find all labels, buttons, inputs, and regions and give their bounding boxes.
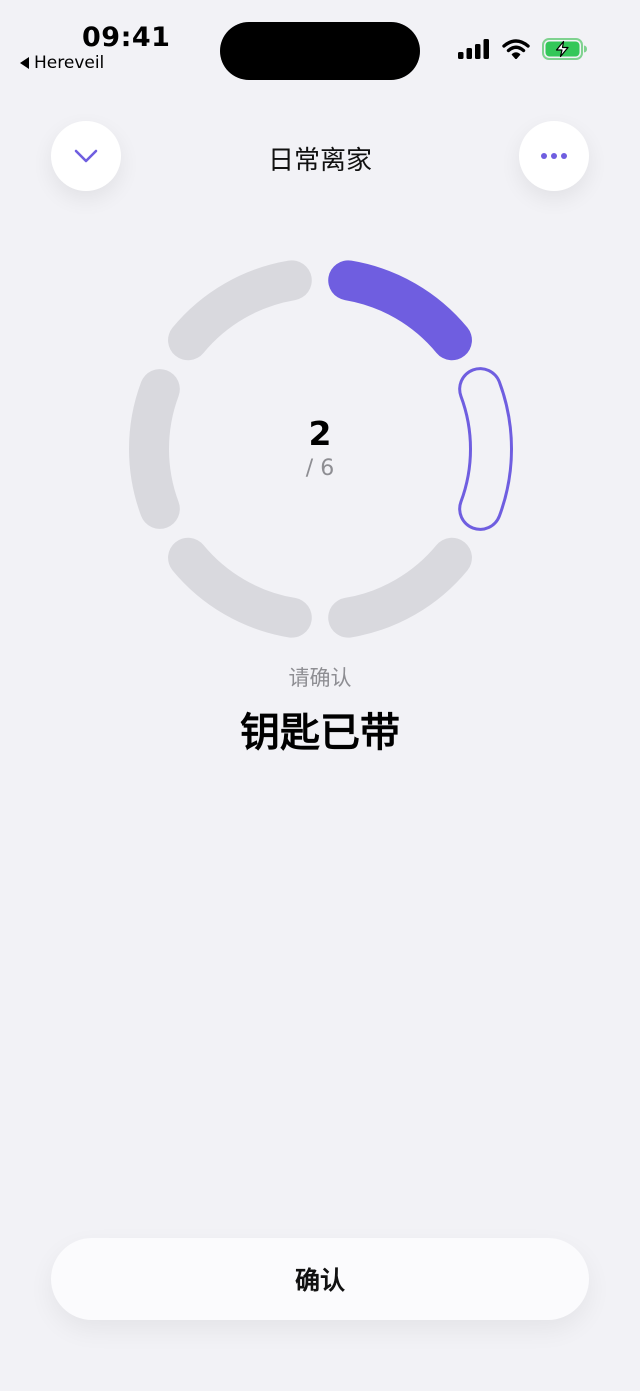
wifi-icon <box>502 39 530 59</box>
ring-segment-pending <box>168 537 312 638</box>
ring-segment-pending <box>328 537 472 638</box>
ring-segment-completed <box>328 260 472 361</box>
status-time: 09:41 <box>82 22 171 53</box>
ring-segment-pending <box>168 260 312 361</box>
back-arrow-icon <box>20 57 29 69</box>
progress-total: / 6 <box>305 456 335 481</box>
status-icons <box>458 38 588 60</box>
progress-current: 2 <box>308 414 332 453</box>
screen: 09:41 Hereveil 日常离家 2 / 6 请确认 钥匙已带 确认 <box>0 0 640 1391</box>
cellular-signal-icon <box>458 39 489 59</box>
battery-charging-icon <box>542 38 587 60</box>
confirm-button[interactable]: 确认 <box>51 1238 589 1320</box>
more-icon <box>541 153 567 159</box>
item-name: 钥匙已带 <box>240 710 400 756</box>
back-app-label: Hereveil <box>34 53 105 73</box>
dynamic-island <box>220 22 420 80</box>
prompt-label: 请确认 <box>288 666 352 690</box>
back-to-app-link[interactable]: Hereveil <box>20 53 104 73</box>
more-options-button[interactable] <box>519 121 589 191</box>
